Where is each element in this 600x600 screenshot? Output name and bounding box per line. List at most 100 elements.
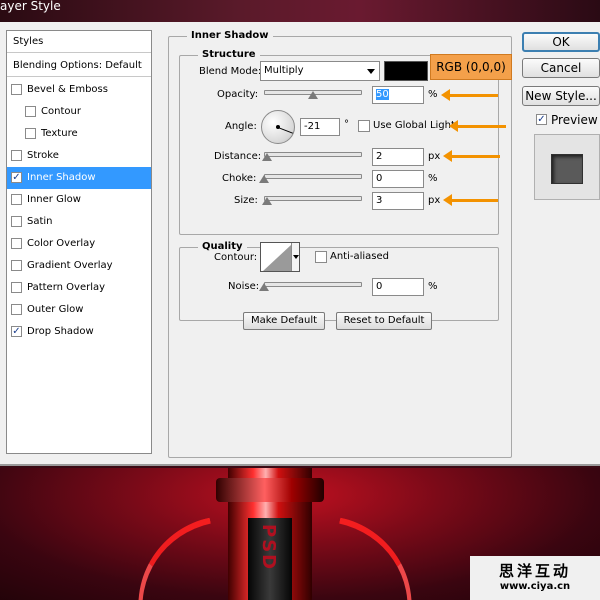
reset-to-default-button[interactable]: Reset to Default	[336, 312, 432, 330]
style-item[interactable]: Gradient Overlay	[7, 255, 151, 277]
chevron-down-icon[interactable]	[291, 243, 299, 271]
make-default-button[interactable]: Make Default	[243, 312, 325, 330]
style-item-checkbox[interactable]	[11, 150, 22, 161]
style-item-checkbox[interactable]	[11, 84, 22, 95]
choke-slider-thumb[interactable]	[259, 175, 269, 183]
preview-thumbnail	[534, 134, 600, 200]
style-item[interactable]: Pattern Overlay	[7, 277, 151, 299]
angle-label: Angle:	[225, 121, 257, 132]
styles-header[interactable]: Styles	[7, 31, 151, 53]
style-item-checkbox[interactable]	[11, 260, 22, 271]
style-item[interactable]: ✓ Inner Shadow	[7, 167, 151, 189]
style-item[interactable]: Outer Glow	[7, 299, 151, 321]
noise-label: Noise:	[228, 281, 260, 292]
inner-shadow-title: Inner Shadow	[187, 30, 273, 42]
style-item-label: Satin	[27, 216, 53, 227]
watermark-url: www.ciya.cn	[499, 581, 571, 592]
styles-header-label: Styles	[13, 36, 44, 47]
noise-input[interactable]: 0	[372, 278, 424, 296]
style-item-label: Inner Glow	[27, 194, 81, 205]
callout-arrow-size	[443, 194, 498, 206]
noise-slider[interactable]	[264, 282, 362, 287]
ok-button[interactable]: OK	[522, 32, 600, 52]
size-unit: px	[428, 195, 441, 206]
opacity-unit: %	[428, 89, 438, 100]
style-item-checkbox[interactable]: ✓	[11, 326, 22, 337]
angle-input[interactable]: -21	[300, 118, 340, 136]
blend-mode-select[interactable]: Multiply	[260, 61, 380, 81]
opacity-input[interactable]: 50	[372, 86, 424, 104]
style-item-label: Outer Glow	[27, 304, 84, 315]
style-item-checkbox[interactable]	[11, 282, 22, 293]
style-item-label: Contour	[41, 106, 81, 117]
distance-slider[interactable]	[264, 152, 362, 157]
noise-slider-thumb[interactable]	[259, 283, 269, 291]
use-global-light-checkbox[interactable]	[358, 120, 370, 132]
angle-dial-hand	[277, 127, 293, 134]
blending-options-label: Blending Options: Default	[13, 60, 142, 71]
size-label: Size:	[234, 195, 258, 206]
style-item-checkbox[interactable]	[25, 106, 36, 117]
style-item-checkbox[interactable]	[11, 216, 22, 227]
style-item[interactable]: Bevel & Emboss	[7, 79, 151, 101]
distance-unit: px	[428, 151, 441, 162]
choke-label: Choke:	[222, 173, 257, 184]
contour-picker[interactable]	[260, 242, 300, 272]
style-item-label: Pattern Overlay	[27, 282, 106, 293]
style-item-label: Drop Shadow	[27, 326, 94, 337]
anti-aliased-label: Anti-aliased	[330, 251, 390, 262]
style-item-label: Texture	[41, 128, 78, 139]
style-item[interactable]: Satin	[7, 211, 151, 233]
check-icon: ✓	[12, 326, 21, 337]
style-item[interactable]: ✓ Drop Shadow	[7, 321, 151, 343]
callout-arrow-opacity	[441, 89, 498, 101]
style-item-checkbox[interactable]	[11, 238, 22, 249]
choke-slider[interactable]	[264, 174, 362, 179]
style-item[interactable]: Inner Glow	[7, 189, 151, 211]
angle-dial-icon[interactable]	[261, 110, 295, 144]
style-item[interactable]: Contour	[7, 101, 151, 123]
style-item[interactable]: Stroke	[7, 145, 151, 167]
distance-label: Distance:	[214, 151, 262, 162]
layer-style-dialog: Styles Blending Options: Default Bevel &…	[0, 22, 600, 466]
size-slider[interactable]	[264, 196, 362, 201]
style-item-label: Bevel & Emboss	[27, 84, 108, 95]
rgb-callout: RGB (0,0,0)	[430, 54, 512, 80]
opacity-value: 50	[376, 89, 389, 100]
blend-mode-value: Multiply	[264, 65, 304, 76]
cancel-button[interactable]: Cancel	[522, 58, 600, 78]
noise-unit: %	[428, 281, 438, 292]
distance-slider-thumb[interactable]	[262, 153, 272, 161]
style-item-checkbox[interactable]	[11, 304, 22, 315]
distance-value: 2	[376, 151, 383, 162]
style-item[interactable]: Color Overlay	[7, 233, 151, 255]
callout-arrow-distance	[443, 150, 500, 162]
opacity-slider-thumb[interactable]	[308, 91, 318, 99]
style-item-label: Color Overlay	[27, 238, 96, 249]
blend-mode-label: Blend Mode:	[199, 66, 262, 77]
size-slider-thumb[interactable]	[262, 197, 272, 205]
style-item-checkbox[interactable]	[25, 128, 36, 139]
blending-options-item[interactable]: Blending Options: Default	[7, 55, 151, 77]
size-input[interactable]: 3	[372, 192, 424, 210]
styles-list: Styles Blending Options: Default Bevel &…	[6, 30, 152, 454]
use-global-light-label: Use Global Light	[373, 120, 455, 131]
preview-label: Preview	[551, 113, 598, 127]
shadow-color-swatch[interactable]	[384, 61, 428, 81]
callout-arrow-angle	[449, 120, 506, 132]
window-title: ayer Style	[0, 0, 61, 13]
preview-checkbox[interactable]: ✓	[536, 114, 547, 125]
style-item-checkbox[interactable]: ✓	[11, 172, 22, 183]
style-item-label: Stroke	[27, 150, 59, 161]
choke-unit: %	[428, 173, 438, 184]
style-item-label: Inner Shadow	[27, 172, 96, 183]
watermark-title: 思洋互动	[498, 562, 571, 580]
style-item-label: Gradient Overlay	[27, 260, 113, 271]
choke-input[interactable]: 0	[372, 170, 424, 188]
check-icon: ✓	[537, 114, 546, 125]
distance-input[interactable]: 2	[372, 148, 424, 166]
new-style-button[interactable]: New Style...	[522, 86, 600, 106]
anti-aliased-checkbox[interactable]	[315, 251, 327, 263]
style-item-checkbox[interactable]	[11, 194, 22, 205]
style-item[interactable]: Texture	[7, 123, 151, 145]
